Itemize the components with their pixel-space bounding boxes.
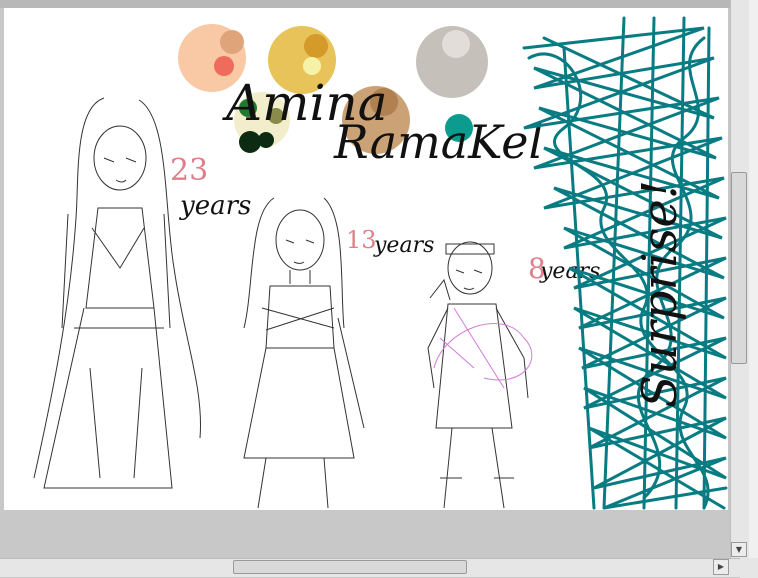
canvas-top-strip <box>0 0 730 8</box>
horizontal-scrollbar-thumb[interactable] <box>233 560 467 574</box>
age-1-unit: years <box>179 191 251 221</box>
sketch-artwork: Amina RamaKel 23 years 13 years 8 years <box>33 16 728 510</box>
vertical-scrollbar-thumb[interactable] <box>731 172 747 364</box>
chevron-right-icon: ▶ <box>717 562 725 571</box>
scroll-right-button[interactable]: ▶ <box>713 559 729 575</box>
scrollbar-corner <box>740 558 758 578</box>
age-1-number: 23 <box>170 153 208 188</box>
age-2-number: 13 <box>346 226 377 254</box>
drawing-canvas[interactable]: Amina RamaKel 23 years 13 years 8 years <box>4 8 728 510</box>
character-sketch-child <box>427 241 533 509</box>
age-2-unit: years <box>373 233 434 258</box>
surprise-label: Surprise! <box>632 180 688 408</box>
canvas-margin <box>0 510 730 558</box>
scroll-down-button[interactable]: ▼ <box>731 542 747 557</box>
chevron-down-icon: ▼ <box>735 545 743 554</box>
window-right-edge <box>749 0 758 578</box>
title-line-2: RamaKel <box>333 115 543 169</box>
